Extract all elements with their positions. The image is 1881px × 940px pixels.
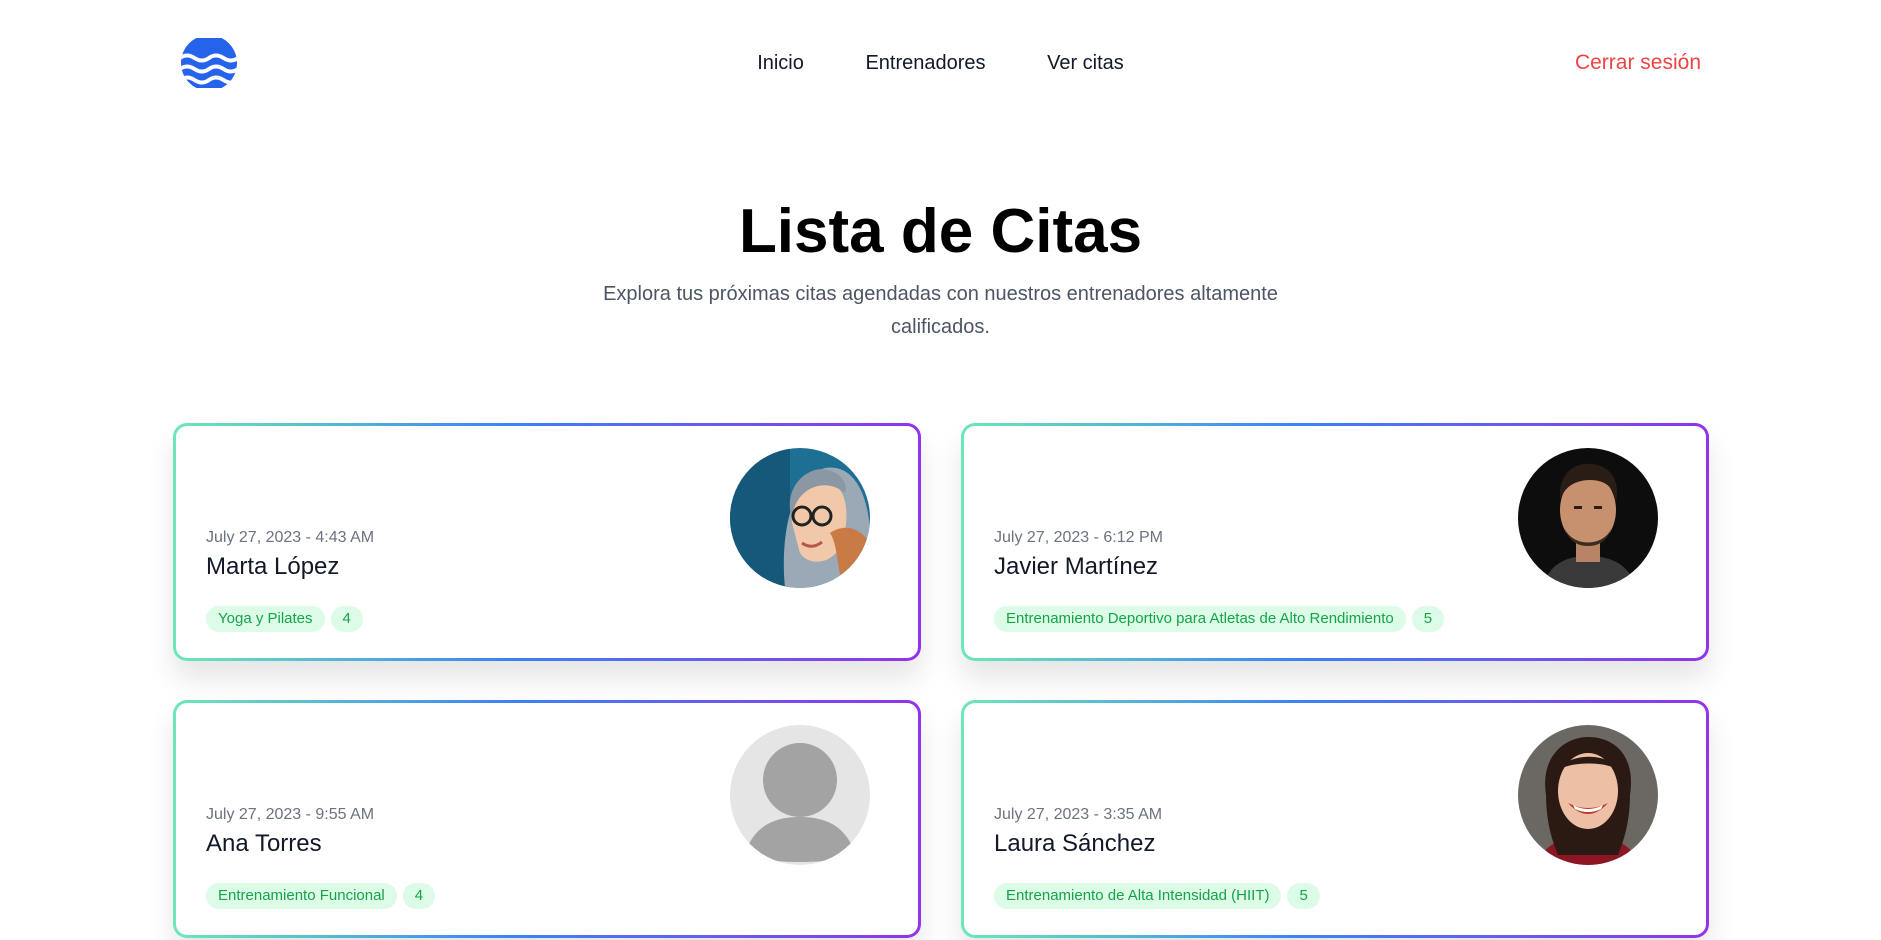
appointment-date: July 27, 2023 - 3:35 AM (994, 806, 1163, 823)
tag-list: Entrenamiento de Alta Intensidad (HIIT) … (994, 883, 1320, 909)
page-subtitle: Explora tus próximas citas agendadas con… (603, 283, 1278, 338)
appointment-card[interactable]: July 27, 2023 - 4:43 AM Marta López Yoga… (173, 423, 921, 661)
trainer-photo (1518, 725, 1658, 865)
rating-badge: 4 (330, 606, 363, 632)
default-avatar-icon (730, 725, 870, 865)
rating-badge: 4 (402, 883, 436, 909)
appointment-card[interactable]: July 27, 2023 - 9:55 AM Ana Torres Entre… (173, 700, 921, 938)
top-nav: Inicio Entrenadores Ver citas Cerrar ses… (0, 0, 1881, 128)
nav-link-entrenadores[interactable]: Entrenadores (865, 52, 985, 75)
trainer-name: Javier Martínez (994, 553, 1159, 580)
nav-link-ver-citas[interactable]: Ver citas (1047, 52, 1124, 75)
hero-section: Lista de Citas Explora tus próximas cita… (0, 196, 1881, 344)
appointment-card[interactable]: July 27, 2023 - 6:12 PM Javier Martínez … (961, 423, 1709, 661)
tag-list: Entrenamiento Funcional 4 (206, 883, 436, 909)
appointment-date: July 27, 2023 - 4:43 AM (206, 529, 375, 546)
trainer-name: Marta López (206, 553, 340, 580)
trainer-photo (1518, 448, 1658, 588)
tag-list: Yoga y Pilates 4 (206, 606, 363, 632)
trainer-name: Ana Torres (206, 830, 322, 857)
appointment-date: July 27, 2023 - 9:55 AM (206, 806, 375, 823)
tag-list: Entrenamiento Deportivo para Atletas de … (994, 606, 1445, 632)
logout-link[interactable]: Cerrar sesión (1575, 51, 1701, 75)
page-title: Lista de Citas (738, 197, 1143, 266)
rating-badge: 5 (1411, 606, 1445, 632)
specialty-badge: Entrenamiento de Alta Intensidad (HIIT) (994, 883, 1282, 909)
appointment-card[interactable]: July 27, 2023 - 3:35 AM Laura Sánchez En… (961, 700, 1709, 938)
nav-link-inicio[interactable]: Inicio (757, 52, 804, 75)
specialty-badge: Yoga y Pilates (206, 606, 325, 632)
specialty-badge: Entrenamiento Deportivo para Atletas de … (994, 606, 1406, 632)
rating-badge: 5 (1287, 883, 1320, 909)
specialty-badge: Entrenamiento Funcional (206, 883, 397, 909)
trainer-name: Laura Sánchez (994, 830, 1156, 857)
appointment-date: July 27, 2023 - 6:12 PM (994, 529, 1163, 546)
trainer-photo (730, 448, 870, 588)
